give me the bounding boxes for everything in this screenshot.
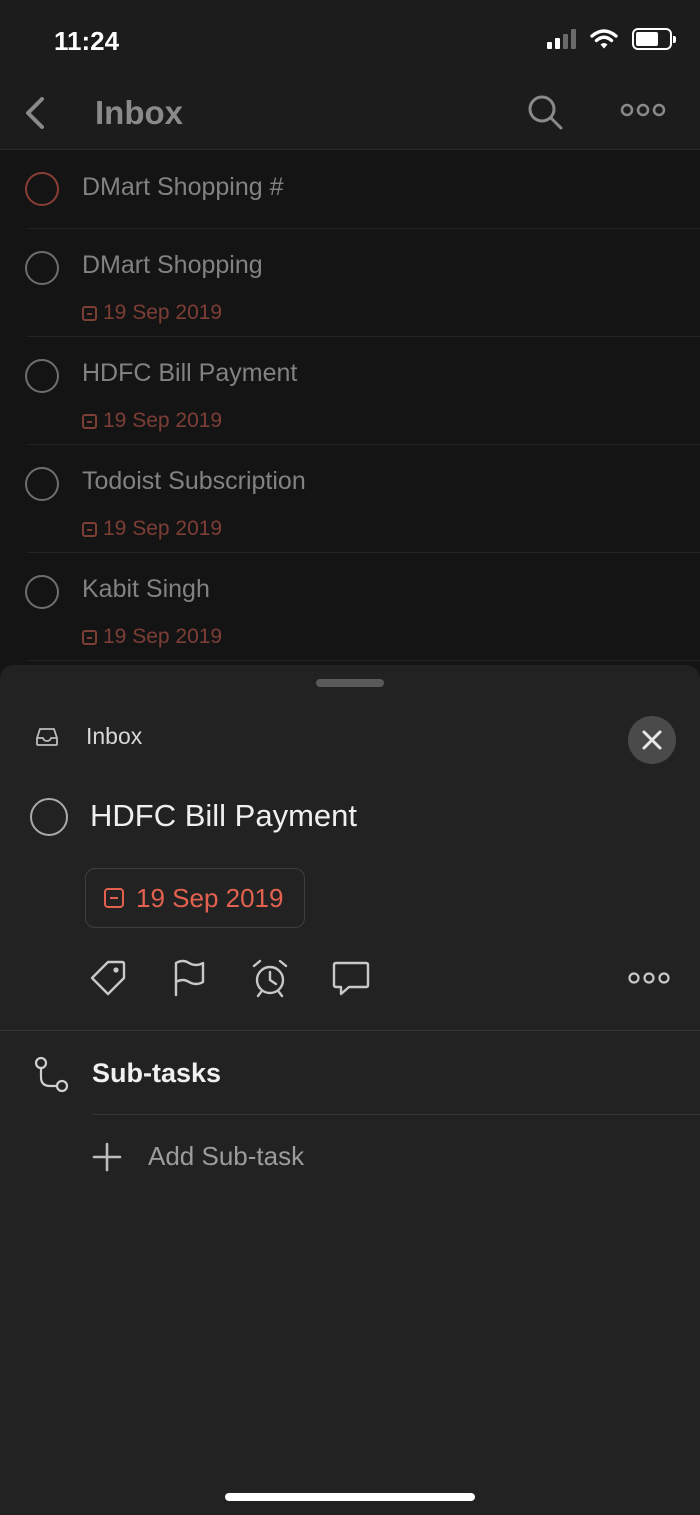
task-action-bar xyxy=(0,958,700,998)
label-tag-icon[interactable] xyxy=(88,958,128,998)
due-date-chip[interactable]: 19 Sep 2019 xyxy=(85,868,305,928)
task-due-date: 19 Sep 2019 xyxy=(82,517,222,541)
comment-icon[interactable] xyxy=(331,958,371,998)
project-selector[interactable]: Inbox xyxy=(36,723,142,750)
task-title-field[interactable]: HDFC Bill Payment xyxy=(90,798,357,834)
sheet-divider xyxy=(0,1030,700,1031)
task-detail-sheet: Inbox HDFC Bill Payment 19 Sep 2019 Sub-… xyxy=(0,665,700,1515)
sheet-grabber[interactable] xyxy=(316,679,384,687)
task-title: DMart Shopping # xyxy=(82,173,284,201)
task-title: DMart Shopping xyxy=(82,251,263,279)
row-divider xyxy=(27,660,700,661)
task-date-label: 19 Sep 2019 xyxy=(103,409,223,432)
status-icons xyxy=(547,28,676,50)
cellular-signal-icon xyxy=(547,29,576,49)
task-checkbox[interactable] xyxy=(25,251,59,285)
add-subtask-label: Add Sub-task xyxy=(148,1141,305,1171)
task-row[interactable]: DMart Shopping 19 Sep 2019 xyxy=(0,229,700,337)
task-checkbox[interactable] xyxy=(25,172,59,206)
status-time: 11:24 xyxy=(54,26,120,56)
search-icon[interactable] xyxy=(524,91,566,133)
inbox-tray-icon xyxy=(36,727,58,746)
more-dots-icon[interactable] xyxy=(620,95,666,125)
task-checkbox[interactable] xyxy=(25,467,59,501)
add-subtask-button[interactable]: Add Sub-task xyxy=(92,1141,304,1172)
task-row[interactable]: Kabit Singh 19 Sep 2019 xyxy=(0,553,700,661)
calendar-icon xyxy=(82,413,97,429)
subtasks-icon xyxy=(34,1056,69,1093)
back-chevron-icon[interactable] xyxy=(18,91,58,135)
task-row[interactable]: DMart Shopping # xyxy=(0,150,700,229)
task-title: Kabit Singh xyxy=(82,575,210,603)
task-date-label: 19 Sep 2019 xyxy=(103,301,223,324)
more-dots-icon[interactable] xyxy=(628,958,670,998)
task-title: Todoist Subscription xyxy=(82,467,306,495)
calendar-icon xyxy=(82,305,97,321)
subtasks-heading: Sub-tasks xyxy=(92,1058,222,1088)
task-list: DMart Shopping # DMart Shopping 19 Sep 2… xyxy=(0,150,700,661)
status-bar: 11:24 xyxy=(0,0,700,85)
battery-icon xyxy=(632,28,676,50)
task-date-label: 19 Sep 2019 xyxy=(103,517,223,540)
flag-icon[interactable] xyxy=(169,958,209,998)
due-date-label: 19 Sep 2019 xyxy=(136,882,284,913)
task-date-label: 19 Sep 2019 xyxy=(103,625,223,648)
calendar-icon xyxy=(104,888,124,908)
top-nav-bar: Inbox xyxy=(0,85,700,150)
task-due-date: 19 Sep 2019 xyxy=(82,409,222,433)
close-button[interactable] xyxy=(628,716,676,764)
complete-task-checkbox[interactable] xyxy=(30,798,68,836)
task-row[interactable]: Todoist Subscription 19 Sep 2019 xyxy=(0,445,700,553)
calendar-icon xyxy=(82,629,97,645)
task-checkbox[interactable] xyxy=(25,575,59,609)
task-checkbox[interactable] xyxy=(25,359,59,393)
home-indicator[interactable] xyxy=(225,1493,475,1501)
project-label: Inbox xyxy=(86,723,143,749)
task-title: HDFC Bill Payment xyxy=(82,359,298,387)
calendar-icon xyxy=(82,521,97,537)
alarm-clock-icon[interactable] xyxy=(250,958,290,998)
page-title: Inbox xyxy=(95,94,183,131)
subtasks-divider xyxy=(92,1114,700,1115)
wifi-icon xyxy=(590,29,618,49)
plus-icon xyxy=(92,1142,122,1171)
task-row[interactable]: HDFC Bill Payment 19 Sep 2019 xyxy=(0,337,700,445)
task-due-date: 19 Sep 2019 xyxy=(82,625,222,649)
task-due-date: 19 Sep 2019 xyxy=(82,301,222,325)
close-icon xyxy=(642,730,662,750)
